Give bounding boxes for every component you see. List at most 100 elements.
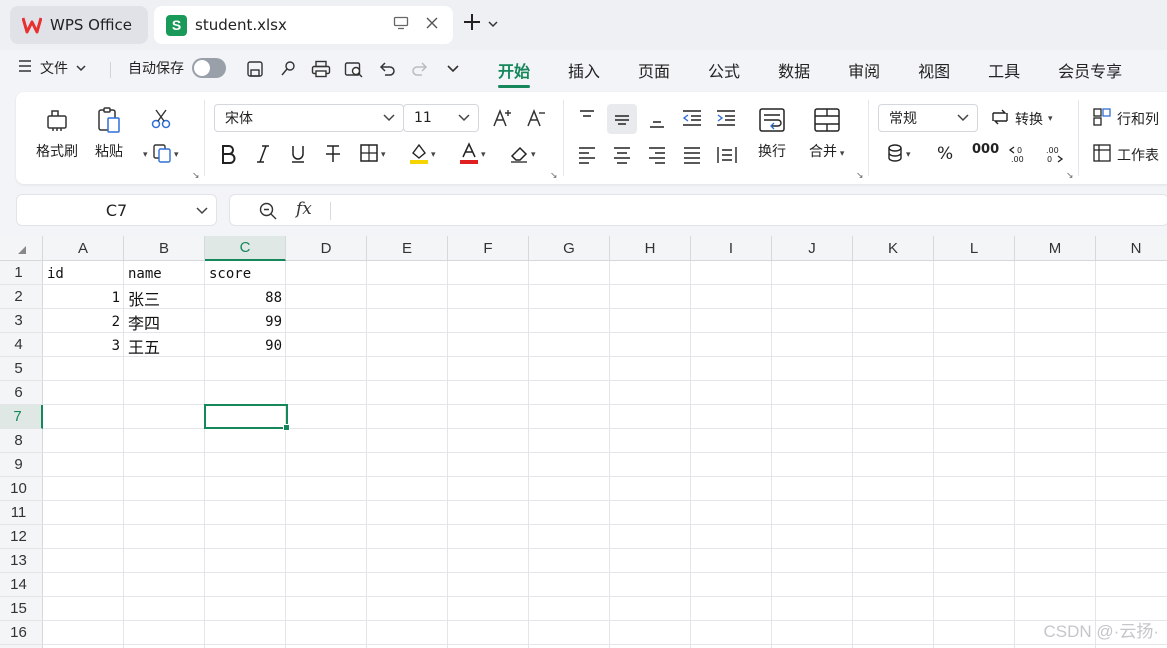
align-center-icon[interactable] <box>612 145 632 169</box>
cell-a1[interactable]: id <box>43 262 124 286</box>
row-header-2[interactable]: 2 <box>0 285 43 309</box>
active-cell-c7[interactable] <box>204 404 290 431</box>
row-header-6[interactable]: 6 <box>0 381 43 405</box>
borders-button[interactable]: ▾ <box>359 142 386 168</box>
column-header-g[interactable]: G <box>529 236 610 261</box>
cell-b2[interactable]: 张三 <box>124 286 205 310</box>
decrease-decimal-icon[interactable]: .00 0 <box>1044 144 1064 168</box>
convert-button[interactable]: 转换 ▾ <box>990 106 1053 132</box>
decrease-indent-icon[interactable] <box>681 108 703 132</box>
save-icon[interactable] <box>245 56 265 82</box>
print-preview-icon[interactable] <box>344 56 364 82</box>
row-header-4[interactable]: 4 <box>0 333 43 357</box>
fx-icon[interactable]: fx <box>296 199 312 219</box>
autosave-toggle[interactable] <box>192 58 226 78</box>
italic-icon[interactable] <box>255 144 271 168</box>
percent-icon[interactable]: % <box>937 144 953 164</box>
cell-c4[interactable]: 90 <box>205 334 286 358</box>
cell-c3[interactable]: 99 <box>205 310 286 334</box>
monitor-icon[interactable] <box>393 16 409 34</box>
increase-decimal-icon[interactable]: 0.00 <box>1008 144 1028 168</box>
row-header-15[interactable]: 15 <box>0 597 43 621</box>
wrap-text-button[interactable]: 换行 <box>758 106 786 161</box>
paste-button[interactable]: 粘贴 <box>95 106 123 161</box>
clipboard-dialog-launcher-icon[interactable]: ↘ <box>192 171 200 181</box>
underline-icon[interactable] <box>289 144 307 168</box>
undo-icon[interactable] <box>377 56 397 82</box>
more-chevron-icon[interactable] <box>443 56 463 82</box>
tab-tools[interactable]: 工具 <box>988 58 1020 84</box>
clear-format-button[interactable]: ▾ <box>509 142 536 168</box>
row-header-16[interactable]: 16 <box>0 621 43 645</box>
tab-home[interactable]: 开始 <box>498 58 531 88</box>
merge-button[interactable]: 合并 ▾ <box>809 106 844 161</box>
row-header-5[interactable]: 5 <box>0 357 43 381</box>
cell-b4[interactable]: 王五 <box>124 334 205 358</box>
fill-color-button[interactable]: ▾ <box>409 142 436 168</box>
row-header-13[interactable]: 13 <box>0 549 43 573</box>
select-all-corner[interactable] <box>0 236 43 261</box>
cell-a2[interactable]: 1 <box>43 286 124 310</box>
zoom-search-icon[interactable] <box>258 201 278 225</box>
increase-font-size-icon[interactable] <box>492 107 514 133</box>
thousands-separator-icon[interactable]: 000 <box>972 142 999 157</box>
row-header-11[interactable]: 11 <box>0 501 43 525</box>
cell-c2[interactable]: 88 <box>205 286 286 310</box>
redo-icon[interactable] <box>410 56 430 82</box>
currency-button[interactable]: ▾ <box>886 142 911 168</box>
tab-formulas[interactable]: 公式 <box>708 58 740 84</box>
column-header-j[interactable]: J <box>772 236 853 261</box>
cell-b1[interactable]: name <box>124 262 205 286</box>
column-header-i[interactable]: I <box>691 236 772 261</box>
align-right-icon[interactable] <box>647 145 667 169</box>
column-header-k[interactable]: K <box>853 236 934 261</box>
column-header-m[interactable]: M <box>1015 236 1096 261</box>
align-top-icon[interactable] <box>577 108 597 132</box>
cell-a3[interactable]: 2 <box>43 310 124 334</box>
new-tab-button[interactable] <box>462 12 498 36</box>
cell-b3[interactable]: 李四 <box>124 310 205 334</box>
format-painter-button[interactable]: 格式刷 <box>36 106 78 161</box>
decrease-font-size-icon[interactable] <box>526 107 548 133</box>
number-format-select[interactable]: 常规 <box>878 104 978 132</box>
name-box[interactable]: C7 <box>16 194 217 226</box>
increase-indent-icon[interactable] <box>715 108 737 132</box>
cell-a4[interactable]: 3 <box>43 334 124 358</box>
formula-bar[interactable]: fx <box>229 194 1167 226</box>
rows-columns-button[interactable]: 行和列 <box>1092 106 1159 132</box>
strikethrough-icon[interactable] <box>324 144 342 168</box>
column-header-f[interactable]: F <box>448 236 529 261</box>
distributed-align-icon[interactable] <box>716 145 738 169</box>
column-header-a[interactable]: A <box>43 236 124 261</box>
tab-member[interactable]: 会员专享 <box>1058 58 1122 84</box>
number-dialog-launcher-icon[interactable]: ↘ <box>1066 171 1074 181</box>
tab-student-xlsx[interactable]: S student.xlsx <box>154 6 453 44</box>
row-header-8[interactable]: 8 <box>0 429 43 453</box>
tab-page[interactable]: 页面 <box>638 58 670 84</box>
cut-icon[interactable] <box>150 108 172 134</box>
font-color-button[interactable]: ▾ <box>459 142 486 168</box>
font-size-select[interactable]: 11 <box>403 104 479 132</box>
worksheet-button[interactable]: 工作表 <box>1092 142 1159 168</box>
column-header-b[interactable]: B <box>124 236 205 261</box>
row-header-1[interactable]: 1 <box>0 261 43 285</box>
font-name-select[interactable]: 宋体 <box>214 104 404 132</box>
file-menu-button[interactable]: 文件 <box>18 58 86 78</box>
copy-button[interactable]: ▾ <box>152 142 179 168</box>
tab-view[interactable]: 视图 <box>918 58 950 84</box>
share-link-icon[interactable] <box>278 56 298 82</box>
tab-wps-office[interactable]: WPS Office <box>10 6 148 44</box>
paste-dropdown-icon[interactable]: ▾ <box>143 150 148 160</box>
column-header-n[interactable]: N <box>1096 236 1167 261</box>
tab-review[interactable]: 审阅 <box>848 58 880 84</box>
cell-c1[interactable]: score <box>205 262 286 286</box>
row-header-12[interactable]: 12 <box>0 525 43 549</box>
column-header-h[interactable]: H <box>610 236 691 261</box>
tab-insert[interactable]: 插入 <box>568 58 600 84</box>
row-header-7[interactable]: 7 <box>0 405 43 429</box>
close-tab-icon[interactable] <box>425 16 439 34</box>
spreadsheet-grid[interactable]: ABCDEFGHIJKLMN 1 2 3 4 5 6 7 8 9 10 11 12 13 14 15 16 i… <box>0 236 1167 648</box>
tab-data[interactable]: 数据 <box>778 58 810 84</box>
alignment-dialog-launcher-icon[interactable]: ↘ <box>856 171 864 181</box>
column-header-d[interactable]: D <box>286 236 367 261</box>
